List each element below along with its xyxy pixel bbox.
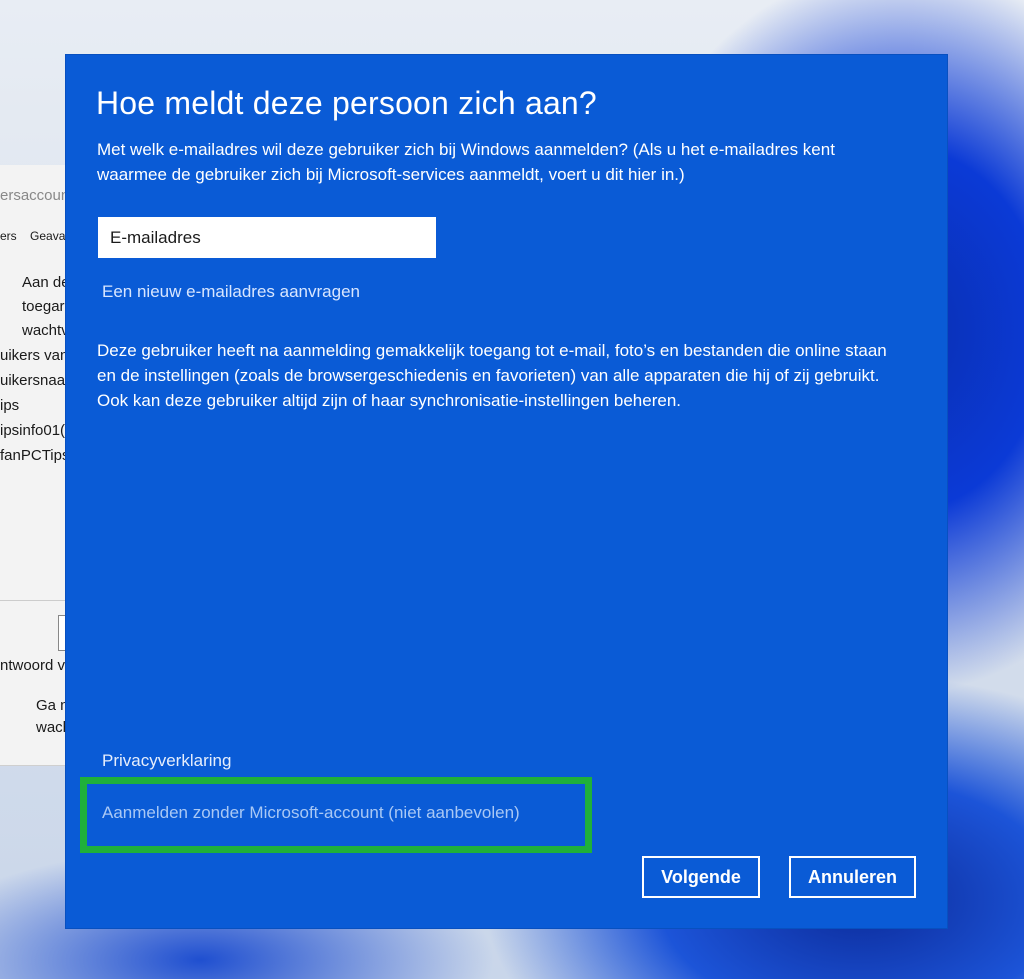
background-bottom-label: ntwoord v <box>0 657 66 674</box>
background-list-item: ipsinfo01( <box>0 422 66 439</box>
background-user-list: uikers van uikersnaa ips ipsinfo01( fanP… <box>0 343 69 468</box>
background-line: toegar <box>22 298 65 315</box>
dialog-subtitle: Met welk e-mailadres wil deze gebruiker … <box>97 140 835 184</box>
background-list-item: uikersnaa <box>0 372 66 389</box>
new-email-link[interactable]: Een nieuw e-mailadres aanvragen <box>102 282 360 302</box>
sign-in-method-dialog: Hoe meldt deze persoon zich aan? Met wel… <box>66 55 947 928</box>
background-tab: Geava <box>30 229 66 243</box>
background-tab: ers <box>0 229 17 243</box>
cancel-button[interactable]: Annuleren <box>789 856 916 898</box>
background-line: Aan de <box>22 274 70 291</box>
next-button[interactable]: Volgende <box>642 856 760 898</box>
background-window-title: ersaccount <box>0 187 74 204</box>
privacy-statement-link[interactable]: Privacyverklaring <box>102 751 231 771</box>
background-window-text: Aan de toegar wachtv <box>22 271 70 343</box>
background-line: wachtv <box>22 322 69 339</box>
dialog-title: Hoe meldt deze persoon zich aan? <box>96 85 597 121</box>
email-input[interactable] <box>98 217 436 258</box>
background-list-item: fanPCTips <box>0 447 70 464</box>
sign-in-without-microsoft-account-link[interactable]: Aanmelden zonder Microsoft-account (niet… <box>102 803 520 823</box>
background-window-tabs: ers Geava <box>0 229 75 243</box>
background-list-item: ips <box>0 397 20 414</box>
background-section-label: uikers van <box>0 347 69 364</box>
dialog-description: Deze gebruiker heeft na aanmelding gemak… <box>97 341 887 410</box>
